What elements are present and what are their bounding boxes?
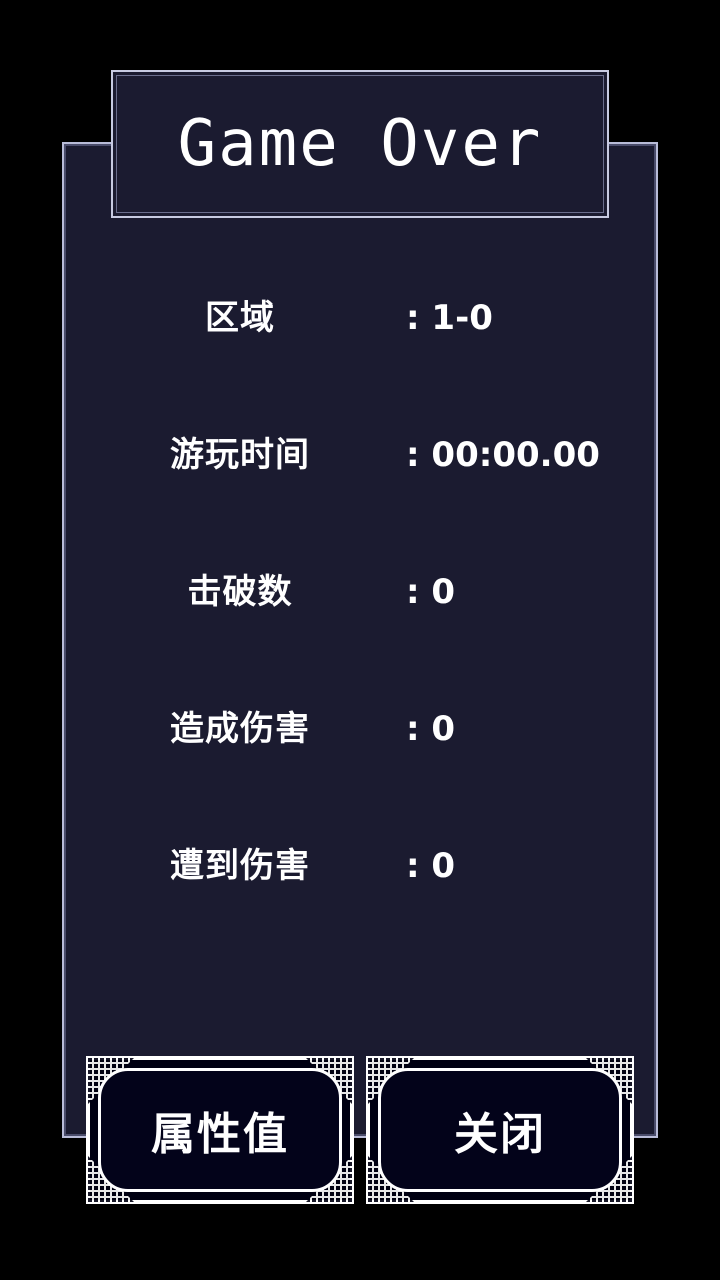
stat-label: 遭到伤害 — [170, 846, 310, 886]
stat-value: : 1-0 — [406, 298, 493, 338]
attributes-button[interactable]: 属性值 — [86, 1056, 354, 1204]
stat-label: 区域 — [205, 298, 275, 338]
stat-row-damage-taken: 遭到伤害 : 0 — [62, 836, 658, 896]
stat-value: : 0 — [406, 572, 456, 612]
stat-row-area: 区域 : 1-0 — [62, 288, 658, 348]
close-button[interactable]: 关闭 — [366, 1056, 634, 1204]
game-over-screen: Game Over 区域 : 1-0 游玩时间 : 00:00.00 击破数 :… — [0, 0, 720, 1280]
stat-row-kills: 击破数 : 0 — [62, 562, 658, 622]
stat-label: 游玩时间 — [170, 435, 310, 475]
stat-row-play-time: 游玩时间 : 00:00.00 — [62, 425, 658, 485]
attributes-button-label: 属性值 — [151, 1109, 289, 1160]
stat-value: : 0 — [406, 846, 456, 886]
stat-row-damage-dealt: 造成伤害 : 0 — [62, 699, 658, 759]
stat-value: : 0 — [406, 709, 456, 749]
stat-label: 造成伤害 — [170, 709, 310, 749]
stat-label: 击破数 — [187, 572, 293, 612]
page-title: Game Over — [177, 107, 543, 181]
close-button-label: 关闭 — [454, 1109, 546, 1160]
title-banner: Game Over — [111, 70, 609, 218]
stat-value: : 00:00.00 — [406, 435, 600, 475]
